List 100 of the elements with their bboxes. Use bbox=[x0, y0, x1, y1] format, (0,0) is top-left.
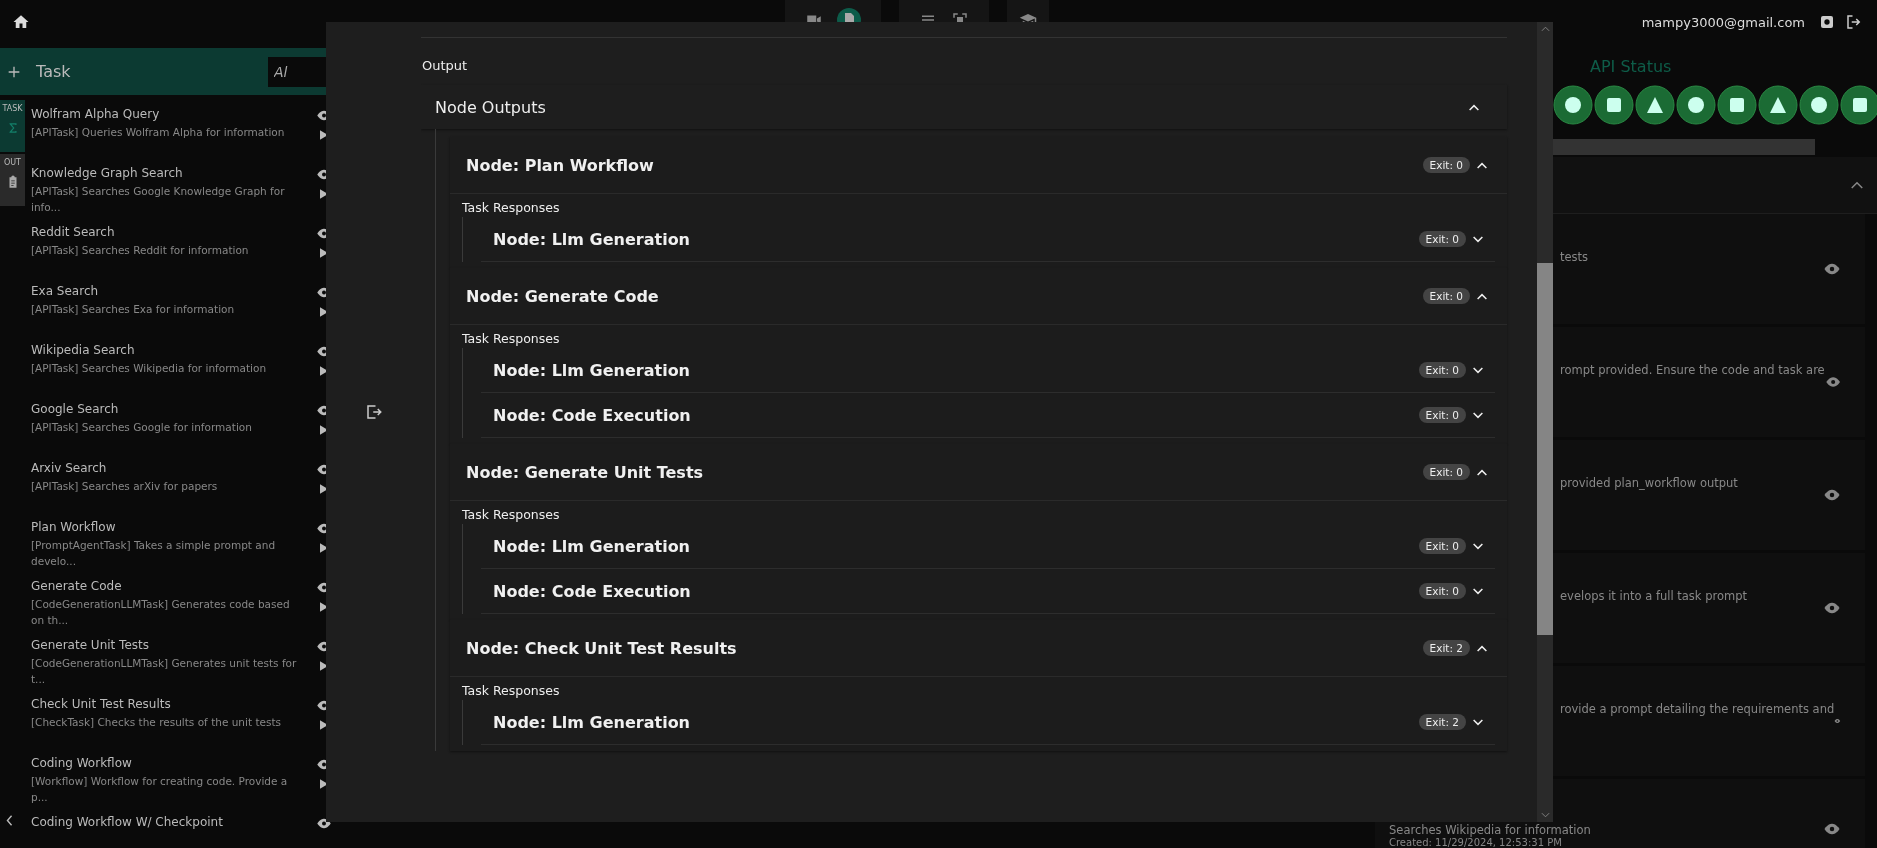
eye-icon[interactable] bbox=[1823, 602, 1841, 614]
node-header[interactable]: Node: Check Unit Test Results Exit: 2 bbox=[450, 620, 1507, 677]
task-description: [APITask] Searches Google for information bbox=[31, 420, 253, 435]
eye-icon[interactable] bbox=[1823, 823, 1841, 835]
responses-label: Task Responses bbox=[462, 683, 561, 698]
chevron-icon bbox=[1473, 587, 1483, 595]
play-icon[interactable] bbox=[320, 425, 328, 435]
play-icon[interactable] bbox=[320, 484, 328, 494]
chevron-icon bbox=[1469, 103, 1479, 111]
play-icon[interactable] bbox=[320, 366, 328, 376]
task-description: [APITask] Searches Reddit for information bbox=[31, 243, 250, 258]
task-description: [CheckTask] Checks the results of the unit tests bbox=[31, 715, 283, 730]
eye-icon[interactable] bbox=[1823, 263, 1841, 275]
service-status-icon[interactable] bbox=[1594, 85, 1634, 125]
scrollbar[interactable] bbox=[1537, 22, 1553, 822]
user-email: mampy3000@gmail.com bbox=[1641, 14, 1805, 30]
play-icon[interactable] bbox=[320, 307, 328, 317]
chevron-up-icon[interactable] bbox=[1851, 181, 1863, 189]
service-status-icon[interactable] bbox=[1676, 85, 1716, 125]
node-header[interactable]: Node: Llm Generation Exit: 0 bbox=[481, 348, 1495, 393]
chevron-icon bbox=[1477, 468, 1487, 476]
logout-icon[interactable] bbox=[1845, 13, 1863, 31]
node-title: Node: Check Unit Test Results bbox=[466, 638, 738, 658]
play-icon[interactable] bbox=[320, 543, 328, 553]
task-name[interactable]: Coding Workflow bbox=[31, 756, 313, 770]
card-text: provided plan_workflow output bbox=[1560, 476, 1739, 490]
service-status-icon[interactable] bbox=[1799, 85, 1839, 125]
service-status-icon[interactable] bbox=[1635, 85, 1675, 125]
node-header[interactable]: Node: Llm Generation Exit: 0 bbox=[481, 524, 1495, 569]
task-name[interactable]: Generate Unit Tests bbox=[31, 638, 313, 652]
section-label: Output bbox=[422, 58, 469, 73]
side-tab-label: TASK bbox=[2, 104, 23, 113]
task-description: [CodeGenerationLLMTask] Generates unit tests for t... bbox=[31, 656, 298, 687]
task-name[interactable]: Check Unit Test Results bbox=[31, 697, 313, 711]
accordion-title: Node Outputs bbox=[435, 97, 546, 117]
node-header[interactable]: Node: Code Execution Exit: 0 bbox=[481, 569, 1495, 614]
task-name[interactable]: Coding Workflow W/ Checkpoint bbox=[31, 815, 313, 829]
scroll-up-icon[interactable] bbox=[1540, 26, 1550, 32]
node-title: Node: Llm Generation bbox=[493, 360, 691, 380]
task-name[interactable]: Generate Code bbox=[31, 579, 313, 593]
task-description: [APITask] Searches Wikipedia for information bbox=[31, 361, 268, 376]
task-name[interactable]: Wikipedia Search bbox=[31, 343, 313, 357]
eye-icon[interactable] bbox=[1823, 489, 1841, 501]
scrollbar[interactable] bbox=[1553, 139, 1815, 155]
play-icon[interactable] bbox=[320, 720, 328, 730]
node-header[interactable]: Node: Generate Unit Tests Exit: 0 bbox=[450, 444, 1507, 501]
home-icon[interactable] bbox=[12, 13, 30, 31]
task-name[interactable]: Knowledge Graph Search bbox=[31, 166, 313, 180]
exit-badge: Exit: 2 bbox=[1418, 714, 1466, 730]
exit-badge: Exit: 0 bbox=[1418, 231, 1466, 247]
settings-icon[interactable] bbox=[1819, 14, 1835, 30]
task-name[interactable]: Plan Workflow bbox=[31, 520, 313, 534]
service-status-icon[interactable] bbox=[1717, 85, 1757, 125]
play-icon[interactable] bbox=[320, 248, 328, 258]
side-tab[interactable]: OUT bbox=[0, 154, 25, 206]
service-status-icon[interactable] bbox=[1758, 85, 1798, 125]
exit-badge: Exit: 0 bbox=[1422, 157, 1470, 173]
exit-badge: Exit: 0 bbox=[1418, 538, 1466, 554]
eye-icon[interactable] bbox=[1824, 376, 1841, 388]
play-icon[interactable] bbox=[320, 602, 328, 612]
task-description: [APITask] Queries Wolfram Alpha for information bbox=[31, 125, 286, 140]
play-icon[interactable] bbox=[320, 661, 328, 671]
node-header[interactable]: Node: Plan Workflow Exit: 0 bbox=[450, 137, 1507, 194]
side-tab[interactable]: TASK bbox=[0, 100, 25, 152]
play-icon[interactable] bbox=[320, 189, 328, 199]
scroll-down-icon[interactable] bbox=[1540, 812, 1550, 818]
node-header[interactable]: Node: Llm Generation Exit: 0 bbox=[481, 217, 1495, 262]
service-status-icon[interactable] bbox=[1840, 85, 1877, 125]
play-icon[interactable] bbox=[320, 779, 328, 789]
responses-label: Task Responses bbox=[462, 331, 561, 346]
node-title: Node: Plan Workflow bbox=[466, 155, 655, 175]
api-status-title: API Status bbox=[1590, 57, 1673, 76]
node-header[interactable]: Node: Llm Generation Exit: 2 bbox=[481, 700, 1495, 745]
task-name[interactable]: Reddit Search bbox=[31, 225, 313, 239]
exit-badge: Exit: 2 bbox=[1422, 640, 1470, 656]
exit-badge: Exit: 0 bbox=[1418, 407, 1466, 423]
card-text: Searches Wikipedia for information bbox=[1389, 823, 1592, 837]
task-name[interactable]: Exa Search bbox=[31, 284, 313, 298]
node-title: Node: Llm Generation bbox=[493, 536, 691, 556]
node-header[interactable]: Node: Code Execution Exit: 0 bbox=[481, 393, 1495, 438]
node-header[interactable]: Node: Generate Code Exit: 0 bbox=[450, 268, 1507, 325]
service-status-icon[interactable] bbox=[1553, 85, 1593, 125]
task-description: [APITask] Searches Exa for information bbox=[31, 302, 236, 317]
responses-label: Task Responses bbox=[462, 200, 561, 215]
side-tab-label: OUT bbox=[3, 158, 21, 167]
card-text: tests bbox=[1560, 250, 1590, 264]
node-title: Node: Generate Code bbox=[466, 286, 660, 306]
collapse-chevron-icon[interactable] bbox=[6, 815, 13, 826]
node-title: Node: Llm Generation bbox=[493, 712, 691, 732]
task-name[interactable]: Google Search bbox=[31, 402, 313, 416]
task-description: [Workflow] Workflow for creating code. Provide a p... bbox=[31, 774, 289, 805]
exit-icon[interactable] bbox=[364, 403, 383, 421]
card-text: rovide a prompt detailing the requirements and bbox=[1560, 702, 1835, 716]
task-name[interactable]: Wolfram Alpha Query bbox=[31, 107, 313, 121]
card-text: rompt provided. Ensure the code and task are bbox=[1560, 363, 1825, 377]
accordion-header[interactable]: Node Outputs bbox=[421, 85, 1507, 129]
play-icon[interactable] bbox=[320, 130, 328, 140]
task-name[interactable]: Arxiv Search bbox=[31, 461, 313, 475]
task-description: [APITask] Searches arXiv for papers bbox=[31, 479, 219, 494]
node-title: Node: Llm Generation bbox=[493, 229, 691, 249]
